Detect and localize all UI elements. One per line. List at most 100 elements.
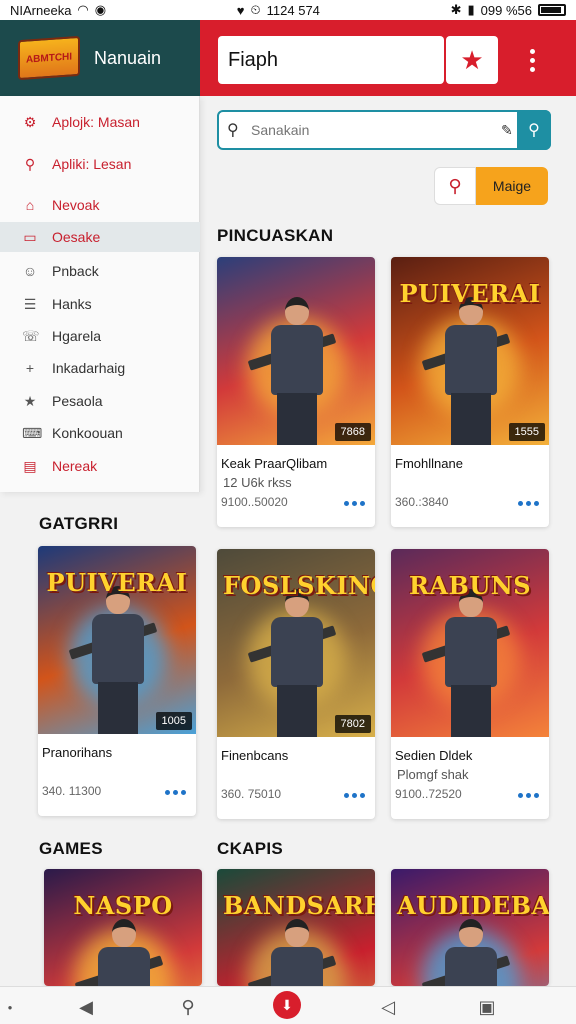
sidebar-item-label: Pesaola xyxy=(52,393,103,409)
star-icon: ★ xyxy=(460,44,484,75)
game-card[interactable]: NASPO xyxy=(44,869,202,986)
sidebar-item-label: Hanks xyxy=(52,296,92,312)
game-card[interactable]: RABUNS Sedien Dldek Plomgf shak 9100..72520 xyxy=(391,549,549,819)
carrier-label: NIArneeka xyxy=(10,2,72,18)
section-title-games: GAMES xyxy=(39,839,103,858)
list-icon: ☰ xyxy=(23,295,37,312)
game-cover-title: AUDIDEBA xyxy=(397,891,549,920)
game-cover-image: NASPO xyxy=(44,869,202,986)
user-icon: ☺ xyxy=(22,263,38,279)
game-cover-image: PUIVERAI 1555 xyxy=(391,257,549,445)
status-bar: NIArneeka ◠ ◉ ♥ ⏲ 1124 574 ✱ ▮ 099 %56 xyxy=(0,0,576,20)
phone-icon: ☏ xyxy=(22,327,40,344)
sidebar-item[interactable]: ☏ Hgarela xyxy=(0,321,200,351)
sidebar-item[interactable]: ▭ Oesake xyxy=(0,222,200,252)
game-card[interactable]: 7868 Keak PraarQlibam 12 U6k rkss 9100..500… xyxy=(217,257,375,527)
game-cover-title: FOSLSKING xyxy=(223,571,375,600)
sidebar-item-label: Nereak xyxy=(52,458,98,474)
card-more-button[interactable] xyxy=(344,501,365,506)
gear-icon: ⚙ xyxy=(23,113,37,130)
plus-icon: + xyxy=(25,360,35,376)
card-more-button[interactable] xyxy=(518,793,539,798)
search-bar: ⚲ ✎ ⚲ xyxy=(217,110,551,150)
game-price: 360.:3840 xyxy=(395,495,449,509)
sidebar-item[interactable]: ☺ Pnback xyxy=(0,256,200,286)
back-icon[interactable]: ◀ xyxy=(70,993,102,1021)
sidebar-item-label: Inkadarhaig xyxy=(52,360,126,376)
page-title[interactable]: Fiaph xyxy=(218,36,444,84)
game-title: Fmohllnane xyxy=(395,456,463,471)
search-input[interactable] xyxy=(251,122,501,138)
sidebar-item[interactable]: ⌨ Konkoouan xyxy=(0,418,200,448)
panel-icon: ▤ xyxy=(23,457,37,474)
tool-icon[interactable]: ✎ xyxy=(501,122,513,139)
sidebar-item-label: Pnback xyxy=(52,263,99,279)
game-card[interactable]: AUDIDEBA xyxy=(391,869,549,986)
section-title-pincuaskan: PINCUASKAN xyxy=(217,226,334,245)
game-price: 340. 11300 xyxy=(42,784,102,798)
search-icon[interactable]: ⚲ xyxy=(172,993,204,1021)
sidebar-item-label: Aplojk: Masan xyxy=(52,114,140,130)
search-button[interactable]: ⚲ xyxy=(517,110,551,150)
game-card[interactable]: FOSLSKING 7802 Finenbcans 360. 75010 xyxy=(217,549,375,819)
sidebar-item[interactable]: + Inkadarhaig xyxy=(0,353,200,383)
game-title: Pranorihans xyxy=(42,745,113,760)
rating-badge: 1005 xyxy=(155,712,192,730)
download-icon: ⬇ xyxy=(281,996,293,1013)
search-toggle-button[interactable]: ⚲ xyxy=(434,167,476,205)
bag-icon: ⌂ xyxy=(25,197,35,213)
alarm-icon: ⏲ xyxy=(250,2,261,17)
sidebar-item[interactable]: ▤ Nereak xyxy=(0,451,200,481)
game-cover-image: BANDSARH xyxy=(217,869,375,986)
game-price: 360. 75010 xyxy=(221,787,282,801)
sidebar-item-label: Konkoouan xyxy=(52,425,123,441)
favorite-button[interactable]: ★ xyxy=(446,36,498,84)
game-cover-image: RABUNS xyxy=(391,549,549,737)
game-cover-image: FOSLSKING 7802 xyxy=(217,549,375,737)
game-cover-image: AUDIDEBA xyxy=(391,869,549,986)
home-button[interactable]: ⬇ xyxy=(273,991,301,1019)
image-button[interactable]: Maige xyxy=(476,167,548,205)
rating-badge: 7802 xyxy=(334,715,371,733)
game-price: 9100..72520 xyxy=(395,787,462,801)
game-cover-image: 7868 xyxy=(217,257,375,445)
header-toolbar: Fiaph ★ xyxy=(200,20,576,96)
signal-icon: ▮ xyxy=(467,2,475,17)
game-card[interactable]: PUIVERAI 1005 Pranorihans 340. 11300 xyxy=(38,546,196,816)
section-title-ckapis: CKAPIS xyxy=(217,839,284,858)
sidebar-item[interactable]: ★ Pesaola xyxy=(0,386,200,416)
search-icon: ⚲ xyxy=(448,175,462,196)
game-cover-image: PUIVERAI 1005 xyxy=(38,546,196,734)
game-card[interactable]: BANDSARH xyxy=(217,869,375,986)
battery-label: 099 %56 xyxy=(480,2,532,18)
game-title: Keak PraarQlibam xyxy=(221,456,328,471)
nav-dot-icon: ● xyxy=(7,1002,13,1012)
search-icon: ⚲ xyxy=(227,122,239,139)
game-cover-title: PUIVERAI xyxy=(46,568,188,597)
more-menu-button[interactable] xyxy=(520,40,544,80)
sidebar-item-label: Hgarela xyxy=(52,328,102,344)
rating-badge: 1555 xyxy=(508,423,545,441)
card-more-button[interactable] xyxy=(165,790,186,795)
sidebar-item[interactable]: ⌂ Nevoak xyxy=(0,190,200,220)
game-subtitle: 12 U6k rkss xyxy=(223,475,292,490)
app-name: Nanuain xyxy=(94,47,162,68)
game-cover-title: NASPO xyxy=(73,891,173,920)
sync-icon: ◉ xyxy=(94,2,107,17)
sidebar-item[interactable]: ⚲ Apliki: Lesan xyxy=(0,149,200,179)
sidebar-item[interactable]: ☰ Hanks xyxy=(0,289,200,319)
star-icon: ★ xyxy=(23,392,37,409)
sidebar-item[interactable]: ⚙ Aplojk: Masan xyxy=(0,107,200,137)
app-logo[interactable]: ABMTCHI xyxy=(18,35,80,81)
app-header: ABMTCHI Nanuain xyxy=(0,20,200,96)
battery-icon xyxy=(538,4,566,16)
card-more-button[interactable] xyxy=(518,501,539,506)
triangle-back-icon[interactable]: ◁ xyxy=(372,993,404,1021)
game-card[interactable]: PUIVERAI 1555 Fmohllnane 360.:3840 xyxy=(391,257,549,527)
sidebar-item-label: Apliki: Lesan xyxy=(52,156,132,172)
square-icon[interactable]: ▣ xyxy=(471,993,503,1021)
card-more-button[interactable] xyxy=(344,793,365,798)
keyboard-icon: ⌨ xyxy=(22,424,43,441)
sidebar-item-label: Oesake xyxy=(52,229,101,245)
logo-text: ABMTCHI xyxy=(25,50,73,66)
